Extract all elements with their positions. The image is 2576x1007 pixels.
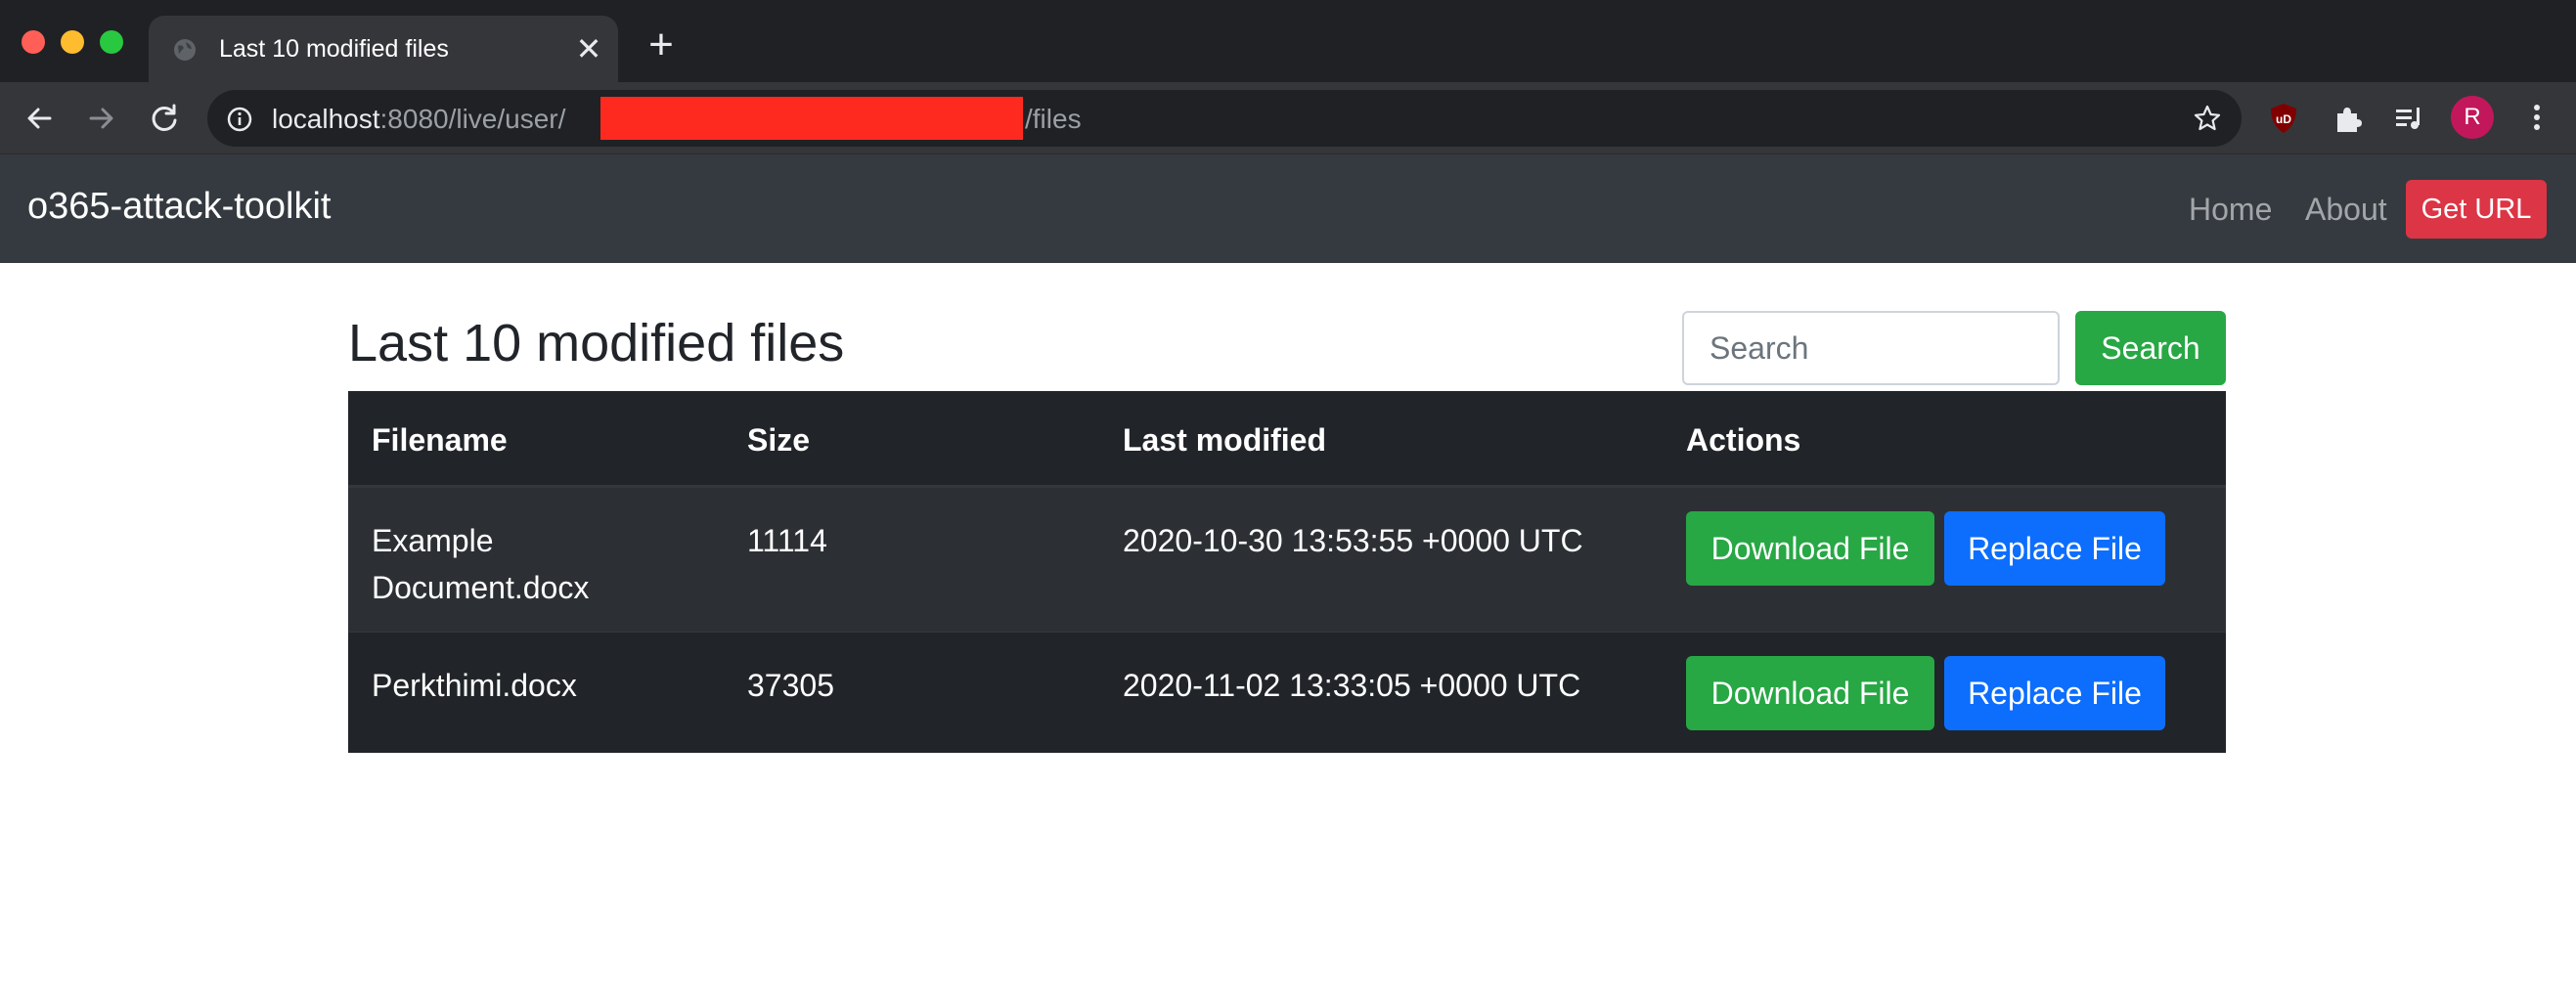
url-host: localhost <box>272 104 380 134</box>
ublock-origin-icon[interactable]: uD <box>2267 102 2300 135</box>
cell-last-modified: 2020-10-30 13:53:55 +0000 UTC <box>1123 523 1583 558</box>
extensions-puzzle-icon[interactable] <box>2332 102 2365 135</box>
media-queue-icon[interactable] <box>2392 102 2425 135</box>
table-header: Filename Size Last modified Actions <box>348 391 2226 487</box>
url-path-suffix: /files <box>1025 104 1082 134</box>
tab-title: Last 10 modified files <box>219 35 449 63</box>
table-row: Perkthimi.docx 37305 2020-11-02 13:33:05… <box>348 632 2226 753</box>
download-file-button[interactable]: Download File <box>1686 656 1934 730</box>
nav-link-home[interactable]: Home <box>2189 192 2272 228</box>
search-button[interactable]: Search <box>2075 311 2226 385</box>
cell-filename: Example Document.docx <box>372 523 590 605</box>
back-arrow-icon[interactable] <box>22 101 57 136</box>
new-tab-button[interactable]: + <box>642 23 681 66</box>
search-input[interactable] <box>1682 311 2060 385</box>
window-minimize-button[interactable] <box>61 30 84 54</box>
url-path-prefix: :8080/live/user/ <box>379 104 566 134</box>
globe-icon <box>174 39 196 61</box>
navbar-brand[interactable]: o365-attack-toolkit <box>27 186 332 228</box>
reload-icon[interactable] <box>147 101 182 136</box>
header-size: Size <box>747 422 811 458</box>
browser-tab-strip: Last 10 modified files ✕ + <box>0 0 2576 82</box>
url-text: localhost:8080/live/user/ <box>272 104 565 135</box>
tab-close-icon[interactable]: ✕ <box>573 33 604 65</box>
info-icon[interactable] <box>227 107 252 132</box>
forward-arrow-icon[interactable] <box>84 101 119 136</box>
download-file-button[interactable]: Download File <box>1686 511 1934 586</box>
redaction-box <box>600 97 1023 140</box>
cell-size: 37305 <box>747 668 834 703</box>
cell-last-modified: 2020-11-02 13:33:05 +0000 UTC <box>1123 668 1581 703</box>
address-bar[interactable]: localhost:8080/live/user/ /files <box>207 90 2242 147</box>
window-zoom-button[interactable] <box>100 30 123 54</box>
nav-link-about[interactable]: About <box>2305 192 2387 228</box>
get-url-button[interactable]: Get URL <box>2406 180 2547 239</box>
header-actions: Actions <box>1686 422 1801 458</box>
header-last-modified: Last modified <box>1123 422 1327 458</box>
browser-toolbar: localhost:8080/live/user/ /files uD R <box>0 82 2576 154</box>
profile-avatar[interactable]: R <box>2451 96 2494 139</box>
site-navbar: o365-attack-toolkit Home About Get URL <box>0 154 2576 263</box>
header-filename: Filename <box>372 422 508 458</box>
table-row: Example Document.docx 11114 2020-10-30 1… <box>348 487 2226 632</box>
files-table: Filename Size Last modified Actions Exam… <box>348 391 2226 753</box>
bookmark-star-icon[interactable] <box>2193 104 2222 133</box>
replace-file-button[interactable]: Replace File <box>1944 656 2165 730</box>
svg-text:uD: uD <box>2276 112 2291 126</box>
replace-file-button[interactable]: Replace File <box>1944 511 2165 586</box>
cell-filename: Perkthimi.docx <box>372 668 577 703</box>
more-menu-icon[interactable] <box>2523 100 2551 135</box>
browser-tab[interactable]: Last 10 modified files ✕ <box>149 16 618 82</box>
cell-size: 11114 <box>747 523 827 558</box>
page-title: Last 10 modified files <box>348 314 845 372</box>
window-close-button[interactable] <box>22 30 45 54</box>
